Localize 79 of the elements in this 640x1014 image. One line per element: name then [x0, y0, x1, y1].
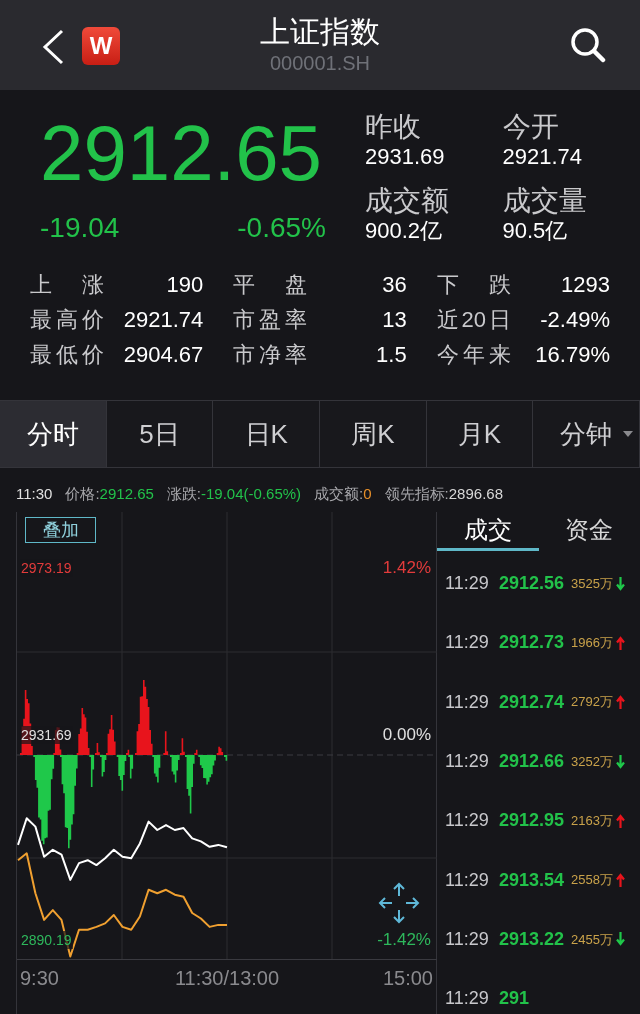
trade-volume: 2455万	[571, 930, 613, 949]
trade-time: 11:29	[445, 631, 490, 655]
time-axis-label: 9:30	[20, 966, 59, 990]
trade-time: 11:29	[445, 572, 490, 596]
stat-label: 市净率	[233, 341, 308, 369]
move-icon[interactable]	[378, 882, 420, 924]
trade-price: 2913.54	[499, 868, 565, 892]
info-time: 11:30	[16, 483, 53, 504]
trade-volume: 2163万	[571, 812, 613, 831]
info-label: 成交额:	[314, 483, 364, 504]
page-title: 上证指数	[260, 14, 380, 50]
trade-price: 291	[499, 987, 530, 1011]
stat-value: 16.79%	[535, 341, 610, 369]
period-tab[interactable]: 分时	[0, 401, 107, 467]
trade-volume: 3525万	[571, 574, 613, 593]
stat-value: 1293	[561, 271, 610, 299]
trade-price: 2912.74	[499, 690, 565, 714]
stat-value: 190	[166, 271, 204, 299]
axis-price-label: 2931.69	[20, 726, 73, 744]
price-change: -19.04	[40, 211, 120, 245]
trade-volume: 2558万	[571, 871, 613, 890]
stat-value: 36	[382, 271, 407, 299]
stat-label: 平盘	[233, 271, 308, 299]
trade-time: 11:29	[445, 868, 490, 892]
trade-volume: 2792万	[571, 693, 613, 712]
stat-label: 最高价	[30, 306, 104, 334]
summary-value: 2921.74	[502, 144, 584, 170]
stat-label: 最低价	[30, 341, 104, 369]
caret-icon	[623, 431, 634, 437]
trade-price: 2912.66	[499, 750, 565, 774]
stat-value: 13	[382, 306, 407, 334]
info-value: -19.04(-0.65%)	[201, 483, 302, 504]
summary-label: 昨收	[365, 110, 422, 144]
axis-price-label: 2890.19	[20, 931, 73, 949]
trade-price: 2913.22	[499, 927, 565, 951]
info-label: 价格:	[65, 483, 100, 504]
overlay-button[interactable]: 叠加	[25, 517, 96, 543]
time-axis-label: 11:30/13:00	[174, 966, 280, 990]
axis-percent-label: 0.00%	[382, 725, 431, 745]
trade-price: 2912.73	[499, 631, 565, 655]
trade-time: 11:29	[445, 750, 490, 774]
index-code: 000001.SH	[269, 51, 371, 76]
stat-value: -2.49%	[540, 306, 610, 334]
back-icon[interactable]	[42, 29, 64, 65]
stat-value: 2921.74	[123, 306, 204, 334]
summary-label: 成交额	[365, 184, 450, 218]
axis-percent-label: 1.42%	[382, 558, 431, 578]
summary-label: 成交量	[502, 184, 588, 218]
stat-value: 2904.67	[123, 341, 204, 369]
info-label: 领先指标:	[384, 483, 449, 504]
trade-price: 2912.56	[499, 572, 565, 596]
stat-value: 1.5	[376, 341, 407, 369]
info-value: 2896.68	[448, 483, 503, 504]
time-axis-label: 15:00	[382, 966, 433, 990]
summary-label: 今开	[502, 110, 560, 144]
info-value: 0	[363, 483, 372, 504]
app-logo: W	[82, 27, 120, 65]
percent-change: -0.65%	[237, 211, 326, 245]
trade-time: 11:29	[445, 809, 490, 833]
info-label: 涨跌:	[166, 483, 201, 504]
trade-volume: 3252万	[571, 752, 613, 771]
trade-time: 11:29	[445, 987, 490, 1011]
stat-label: 今年来	[436, 341, 511, 369]
summary-value: 90.5亿	[502, 218, 569, 244]
summary-value: 900.2亿	[365, 218, 444, 244]
trade-tab[interactable]: 成交	[437, 512, 539, 551]
trade-tab[interactable]: 资金	[538, 512, 640, 551]
search-icon[interactable]	[570, 27, 606, 63]
axis-percent-label: -1.42%	[377, 930, 431, 950]
stat-label: 上涨	[30, 271, 104, 299]
stat-label: 近20日	[436, 306, 511, 334]
summary-value: 2931.69	[365, 144, 446, 170]
trade-price: 2912.95	[499, 809, 565, 833]
trade-volume: 1966万	[571, 634, 613, 653]
trade-time: 11:29	[445, 690, 490, 714]
trade-time: 11:29	[445, 927, 490, 951]
stat-label: 下跌	[436, 271, 511, 299]
stat-label: 市盈率	[233, 306, 308, 334]
current-price: 2912.65	[40, 114, 323, 192]
